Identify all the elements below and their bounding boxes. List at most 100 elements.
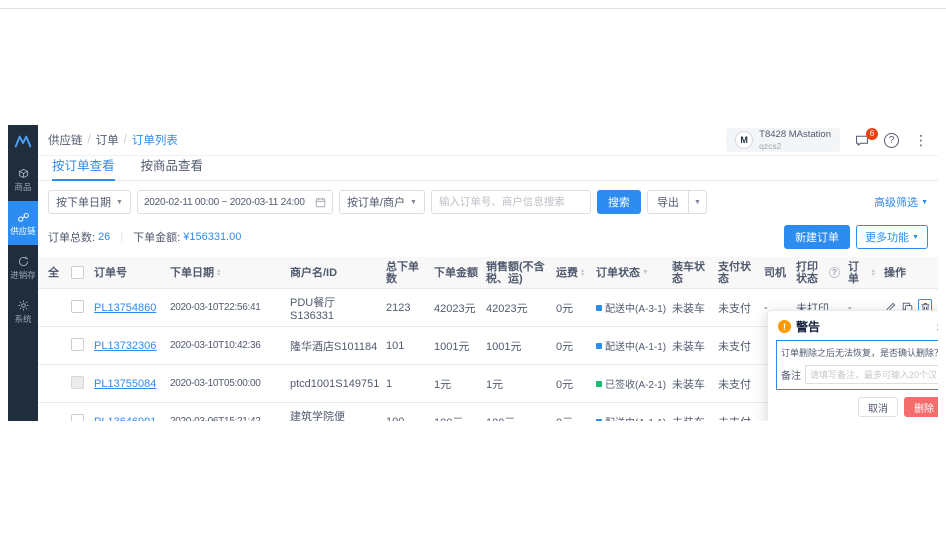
cell-sel (38, 376, 90, 392)
breadcrumb-separator: / (124, 134, 127, 146)
export-split-button: 导出 ▼ (647, 190, 707, 214)
summary-bar: 订单总数: 26 | 下单金额: ¥156331.00 新建订单 更多功能 ▼ (38, 215, 938, 257)
chevron-down-icon: ▼ (410, 199, 417, 206)
cell-sel (38, 300, 90, 316)
sidebar-item-inventory[interactable]: 进销存 (8, 245, 38, 289)
cell-status: 已签收(A-2-1) (592, 376, 668, 391)
breadcrumb-separator: / (88, 134, 91, 146)
cell-merchant: 隆华酒店S101184 (286, 338, 382, 354)
sidebar-item-label: 供应链 (10, 227, 36, 236)
row-checkbox[interactable] (71, 300, 84, 313)
export-caret-icon[interactable]: ▼ (689, 190, 707, 214)
system-icon (17, 299, 30, 312)
cell-amount: 1001元 (430, 338, 482, 354)
row-checkbox[interactable] (71, 376, 84, 389)
view-tabs: 按订单查看 按商品查看 (38, 156, 938, 181)
order-total-label: 订单总数: (48, 229, 95, 245)
inventory-icon (17, 255, 30, 268)
cell-load: 未装车 (668, 300, 714, 316)
sidebar-item-goods[interactable]: 商品 (8, 157, 38, 201)
dialog-title: 警告 (796, 318, 820, 335)
delete-confirm-dialog: ! 警告 × 订单删除之后无法恢复，是否确认删除？ 备注 取消 删除 (767, 310, 938, 421)
cell-load: 未装车 (668, 376, 714, 392)
status-dot (596, 305, 602, 311)
column-header-pay: 支付状态 (714, 261, 760, 285)
cell-freight: 0元 (552, 300, 592, 316)
search-type-select[interactable]: 按订单/商户 ▼ (339, 190, 425, 214)
cell-count: 100 (382, 416, 430, 422)
column-header-amount: 下单金额 (430, 267, 482, 279)
cell-merchant: 建筑学院便S100901 (286, 408, 382, 422)
select-all-checkbox[interactable] (71, 266, 84, 279)
search-type-value: 按订单/商户 (347, 194, 405, 210)
row-checkbox[interactable] (71, 414, 84, 422)
app-window: 商品供应链进销存系统 供应链 / 订单 / 订单列表 M T8428 MAsta… (8, 125, 938, 421)
tab-order-view[interactable]: 按订单查看 (52, 155, 115, 180)
new-order-button[interactable]: 新建订单 (784, 225, 850, 249)
status-dot (596, 419, 602, 422)
status-dot (596, 343, 602, 349)
sidebar-item-label: 商品 (14, 183, 31, 192)
cell-status: 配送中(A-3-1) (592, 300, 668, 315)
message-icon[interactable]: 6 (855, 134, 869, 147)
cell-freight: 0元 (552, 376, 592, 392)
cancel-button[interactable]: 取消 (858, 397, 898, 417)
notification-badge: 6 (866, 128, 878, 140)
search-button[interactable]: 搜索 (597, 190, 641, 214)
user-chip[interactable]: M T8428 MAstation qzcs2 (726, 128, 840, 152)
sidebar-item-label: 进销存 (10, 271, 36, 280)
sidebar-item-system[interactable]: 系统 (8, 289, 38, 333)
cell-merchant: ptcd1001S149751 (286, 378, 382, 390)
date-type-value: 按下单日期 (56, 194, 111, 210)
goods-icon (17, 167, 30, 180)
tab-product-view[interactable]: 按商品查看 (141, 155, 204, 180)
cell-amount: 100元 (430, 414, 482, 422)
advanced-filter-link[interactable]: 高级筛选 ▼ (874, 194, 928, 210)
date-type-select[interactable]: 按下单日期 ▼ (48, 190, 131, 214)
column-header-driver: 司机 (760, 267, 792, 279)
cell-merchant: PDU餐厅S136331 (286, 294, 382, 322)
column-header-sales: 销售额(不含税、运) (482, 261, 552, 285)
chevron-down-icon: ▼ (921, 199, 928, 206)
row-checkbox[interactable] (71, 338, 84, 351)
close-icon[interactable]: × (936, 320, 938, 334)
more-actions-button[interactable]: 更多功能 ▼ (856, 225, 928, 249)
cell-amount: 42023元 (430, 300, 482, 316)
note-label: 备注 (781, 367, 801, 382)
divider: | (120, 231, 123, 243)
filter-icon[interactable]: ▼ (642, 267, 649, 279)
top-bar: 供应链 / 订单 / 订单列表 M T8428 MAstation qzcs2 … (38, 125, 938, 156)
cell-count: 2123 (382, 302, 430, 314)
more-menu-icon[interactable]: ⋮ (914, 132, 928, 149)
date-range-value: 2020-02-11 00:00 ~ 2020-03-11 24:00 (144, 197, 305, 208)
sidebar-nav: 商品供应链进销存系统 (8, 157, 38, 333)
order-link[interactable]: PL13754860 (94, 302, 156, 314)
sort-icon[interactable]: ▲▼ (580, 269, 585, 277)
cell-sel (38, 414, 90, 422)
order-link[interactable]: PL13755084 (94, 378, 156, 390)
breadcrumb-supply-chain[interactable]: 供应链 (48, 132, 83, 148)
date-range-input[interactable]: 2020-02-11 00:00 ~ 2020-03-11 24:00 (137, 190, 333, 214)
column-header-date: 下单日期▲▼ (166, 267, 286, 279)
search-input[interactable] (431, 190, 591, 214)
help-icon[interactable]: ? (884, 133, 899, 148)
column-header-freight: 运费▲▼ (552, 267, 592, 279)
note-input[interactable] (805, 365, 938, 384)
breadcrumb-orders[interactable]: 订单 (96, 132, 119, 148)
cell-pay: 未支付 (714, 376, 760, 392)
sidebar-item-supply-chain[interactable]: 供应链 (8, 201, 38, 245)
sort-icon[interactable]: ▲▼ (216, 269, 221, 277)
delete-button[interactable]: 删除 (904, 397, 938, 417)
cell-date: 2020-03-06T15:21:42 (166, 416, 286, 421)
cell-load: 未装车 (668, 338, 714, 354)
order-amount-label: 下单金额: (133, 229, 180, 245)
top-bar-right: M T8428 MAstation qzcs2 6 ? ⋮ (726, 128, 928, 152)
order-link[interactable]: PL13646991 (94, 416, 156, 422)
cell-pay: 未支付 (714, 338, 760, 354)
export-button[interactable]: 导出 (647, 190, 689, 214)
window-top-border (0, 8, 946, 9)
app-logo[interactable] (8, 125, 38, 157)
sort-icon[interactable]: ▲▼ (871, 269, 876, 277)
order-link[interactable]: PL13732306 (94, 340, 156, 352)
calendar-icon (315, 197, 326, 208)
